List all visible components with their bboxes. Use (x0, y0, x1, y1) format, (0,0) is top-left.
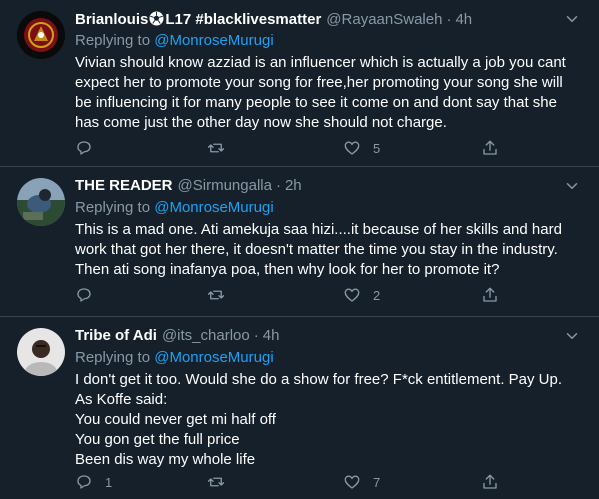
like-count: 5 (373, 140, 381, 156)
chevron-down-icon[interactable] (563, 327, 581, 345)
tweet-text-line: Vivian should know azziad is an influenc… (75, 54, 566, 71)
retweet-icon (207, 477, 225, 487)
avatar-image (17, 328, 65, 376)
chevron-down-icon[interactable] (563, 10, 581, 28)
separator-dot: · (253, 327, 259, 344)
reply-button[interactable]: 1 (75, 472, 112, 492)
author-handle[interactable]: @Sirmungalla (178, 176, 272, 196)
reply-button[interactable] (75, 138, 105, 158)
share-button[interactable] (481, 285, 499, 305)
retweet-button[interactable] (207, 285, 237, 305)
tweet-text-line: be influencing it for many people to see… (75, 94, 557, 111)
timestamp[interactable]: 4h (455, 10, 472, 30)
tweet-text-line: work that got her there, it doesn't matt… (75, 241, 558, 258)
replying-label: Replying to (75, 349, 151, 366)
avatar-image (17, 11, 65, 59)
retweet-icon (207, 290, 225, 300)
share-icon (483, 140, 497, 155)
replying-label: Replying to (75, 32, 151, 49)
reply-count: 1 (105, 474, 113, 490)
replying-to: Replying to @MonroseMurugi (75, 348, 589, 368)
like-count: 2 (373, 287, 381, 303)
separator-dot: · (275, 177, 281, 194)
like-button[interactable]: 5 (343, 138, 380, 158)
tweet-text-line: expect her to promote your song for free… (75, 74, 563, 91)
avatar[interactable] (17, 328, 65, 376)
reply-button[interactable] (75, 285, 105, 305)
tweet-header: Tribe of Adi @its_charloo · 4h (75, 326, 589, 346)
tweet-text-line: You could never get mi half off (75, 411, 276, 428)
replying-label: Replying to (75, 199, 151, 216)
tweet-header: THE READER @Sirmungalla · 2h (75, 176, 589, 196)
heart-icon (344, 475, 360, 489)
share-icon (483, 474, 497, 489)
reply-icon (77, 288, 91, 302)
timestamp[interactable]: 4h (263, 326, 280, 346)
tweet-text-line: This is a mad one. Ati amekuja saa hizi.… (75, 221, 562, 238)
heart-icon (344, 141, 360, 155)
heart-icon (344, 288, 360, 302)
replying-to: Replying to @MonroseMurugi (75, 31, 589, 51)
tweet-text: This is a mad one. Ati amekuja saa hizi.… (75, 220, 589, 280)
soccer-ball-icon (149, 11, 164, 26)
reply-icon (77, 475, 91, 489)
replying-to: Replying to @MonroseMurugi (75, 198, 589, 218)
reply-mention-link[interactable]: @MonroseMurugi (154, 349, 273, 366)
share-button[interactable] (481, 472, 499, 492)
tweet-text-line: You gon get the full price (75, 431, 240, 448)
tweet-text-line: Then ati song inafanya poa, then why loo… (75, 261, 500, 278)
tweet-text-line: I don't get it too. Would she do a show … (75, 371, 563, 388)
tweet[interactable]: Tribe of Adi @its_charloo · 4h Replying … (0, 317, 599, 499)
like-button[interactable]: 7 (343, 472, 380, 492)
reply-mention-link[interactable]: @MonroseMurugi (154, 32, 273, 49)
avatar-image (17, 178, 65, 226)
separator-dot: · (446, 11, 452, 28)
tweet-actions: 2 (75, 285, 515, 305)
author-handle[interactable]: @RayaanSwaleh (326, 10, 442, 30)
like-button[interactable]: 2 (343, 285, 380, 305)
author-name-suffix: L17 #blacklivesmatter (165, 11, 322, 28)
tweet-actions: 1 7 (75, 472, 515, 492)
tweet[interactable]: THE READER @Sirmungalla · 2h Replying to… (0, 167, 599, 317)
reply-icon (77, 141, 91, 155)
tweet[interactable]: Brianlouis L17 #blacklivesmatter @Rayaan… (0, 0, 599, 167)
tweet-text: Vivian should know azziad is an influenc… (75, 53, 589, 133)
author-handle[interactable]: @its_charloo (162, 326, 250, 346)
tweet-header: Brianlouis L17 #blacklivesmatter @Rayaan… (75, 9, 589, 29)
share-icon (483, 287, 497, 302)
share-button[interactable] (481, 138, 499, 158)
chevron-down-icon[interactable] (563, 177, 581, 195)
reply-mention-link[interactable]: @MonroseMurugi (154, 199, 273, 216)
avatar[interactable] (17, 178, 65, 226)
tweet-text-line: As Koffe said: (75, 391, 168, 408)
author-name[interactable]: Tribe of Adi (75, 326, 157, 346)
author-name[interactable]: Brianlouis (75, 10, 148, 30)
tweet-text: I don't get it too. Would she do a show … (75, 370, 589, 470)
avatar[interactable] (17, 11, 65, 59)
retweet-button[interactable] (207, 472, 237, 492)
tweet-text-line: has come just the other day now she shou… (75, 114, 447, 131)
timestamp[interactable]: 2h (285, 176, 302, 196)
author-name[interactable]: THE READER (75, 176, 173, 196)
retweet-icon (207, 143, 225, 153)
like-count: 7 (373, 474, 381, 490)
retweet-button[interactable] (207, 138, 237, 158)
tweet-actions: 5 (75, 138, 515, 158)
tweet-text-line: Been dis way my whole life (75, 451, 256, 468)
